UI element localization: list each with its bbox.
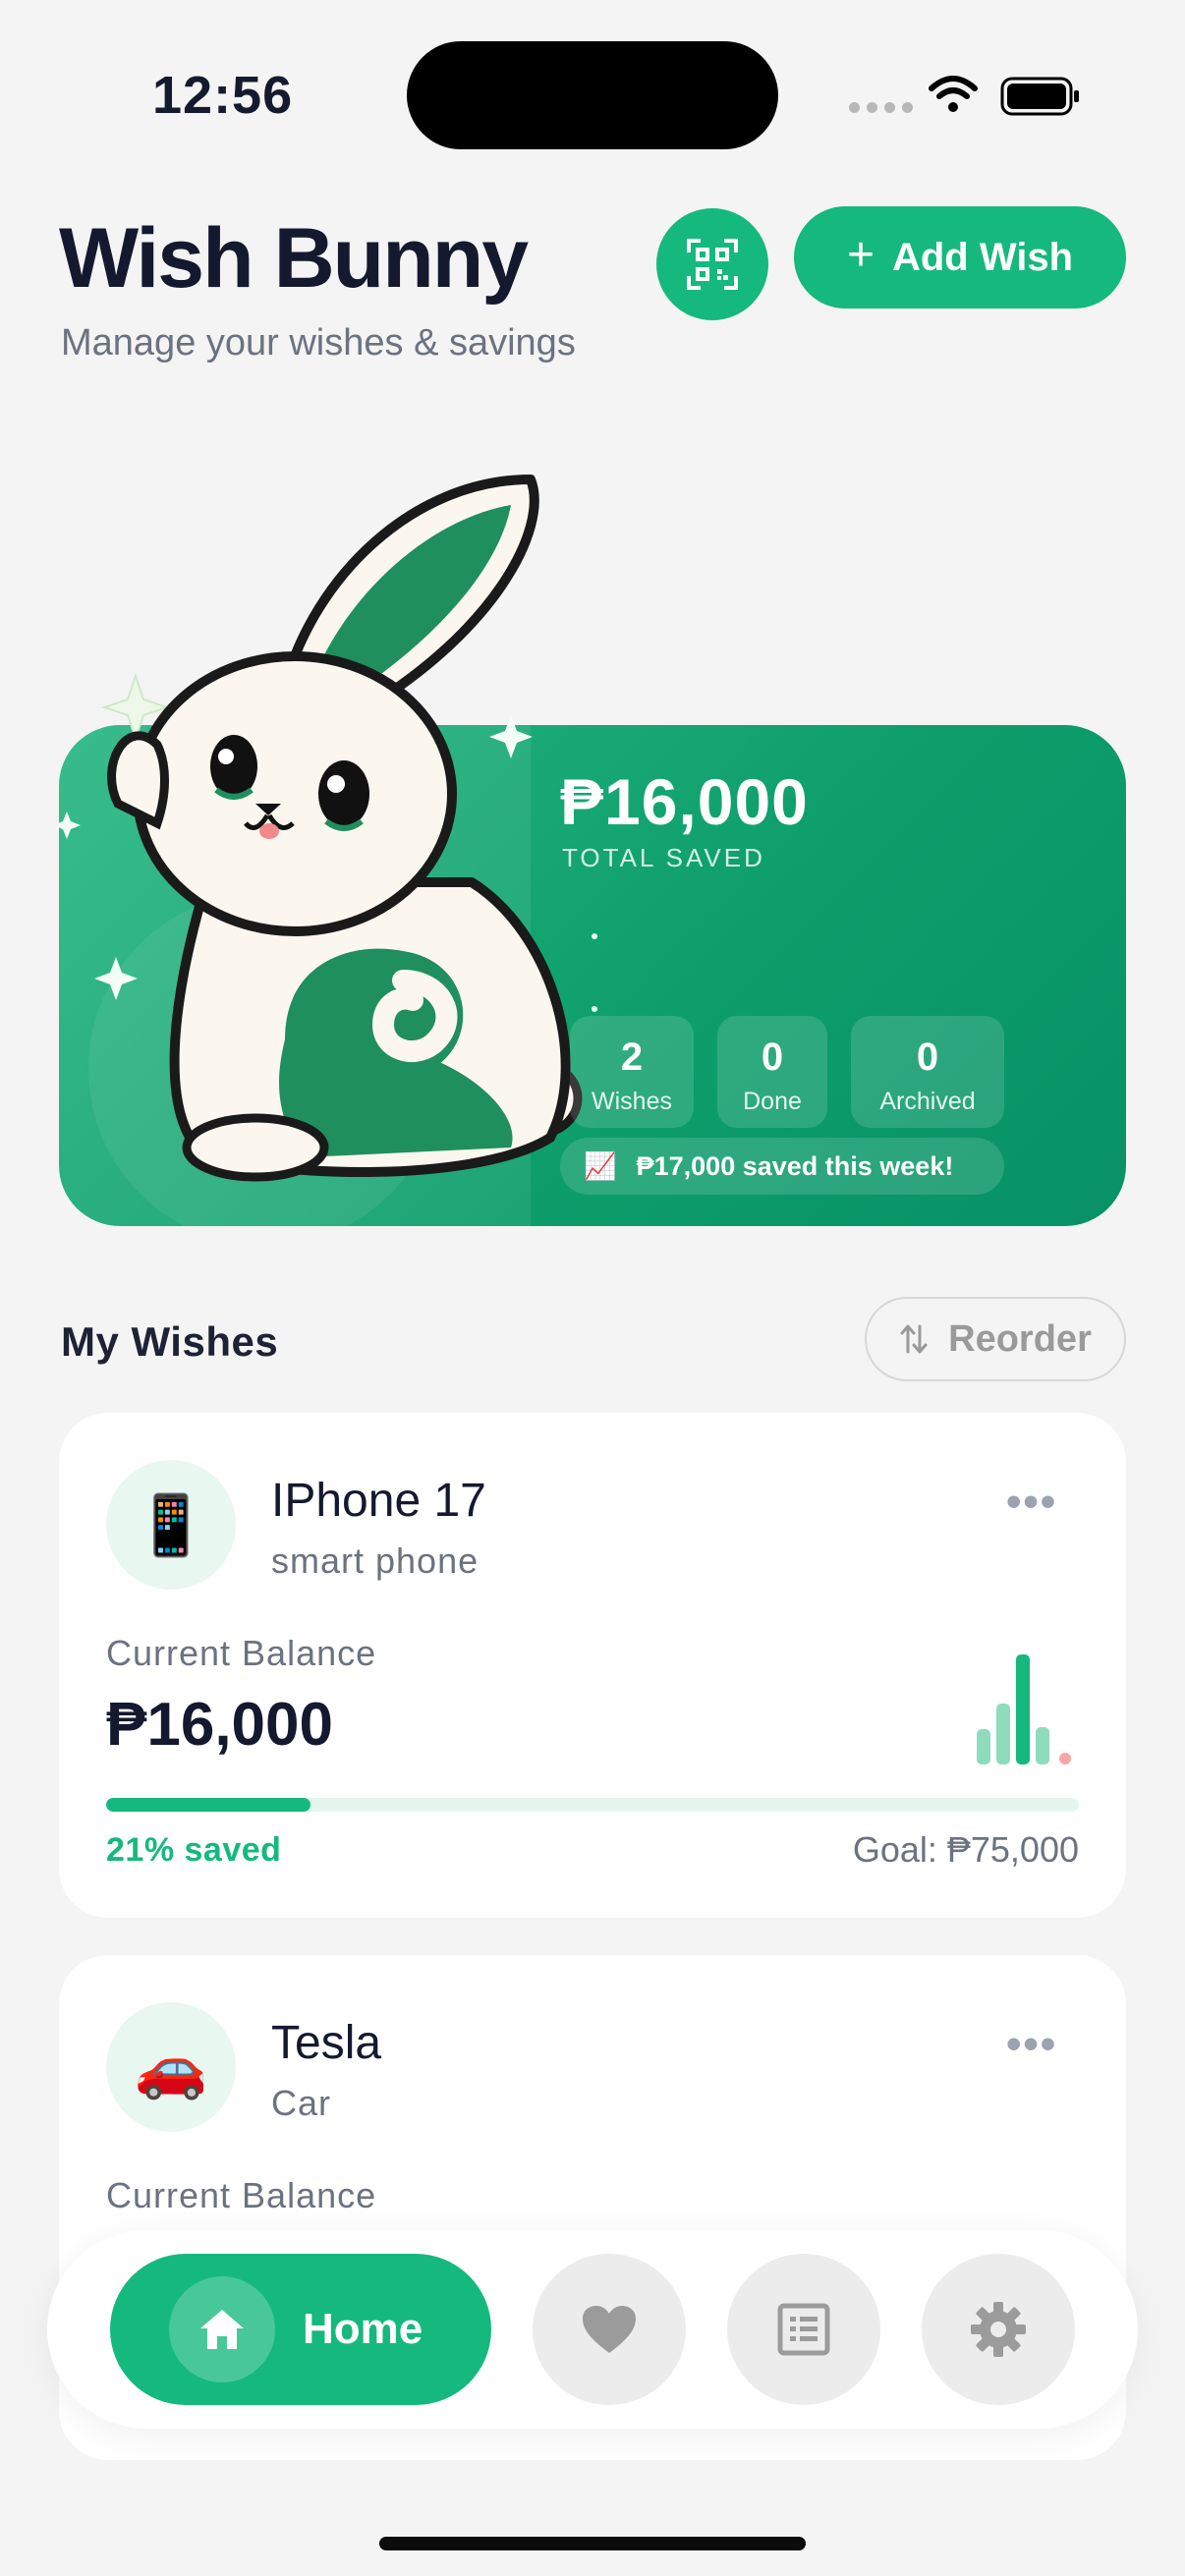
stat-done: 0 Done — [717, 1016, 827, 1128]
weekly-savings-text: ₱17,000 saved this week! — [636, 1150, 954, 1181]
wish-category: Car — [271, 2083, 332, 2123]
balance-label: Current Balance — [106, 2175, 377, 2215]
balance-amount: ₱16,000 — [106, 1691, 333, 1759]
battery-icon — [1000, 77, 1079, 116]
qr-code-icon — [687, 239, 738, 290]
reorder-label: Reorder — [948, 1317, 1092, 1360]
stat-value: 2 — [620, 1036, 644, 1079]
stat-label: Archived — [879, 1088, 976, 1115]
wish-name: IPhone 17 — [271, 1475, 486, 1527]
mini-bar-chart-icon — [977, 1654, 1071, 1764]
total-saved-label: TOTAL SAVED — [562, 843, 765, 872]
add-wish-button[interactable]: + Add Wish — [794, 206, 1126, 308]
stat-archived: 0 Archived — [851, 1016, 1004, 1128]
stat-wishes: 2 Wishes — [570, 1016, 694, 1128]
cellular-signal-icon — [849, 102, 913, 113]
wish-card[interactable]: 📱 IPhone 17 smart phone ••• Current Bala… — [59, 1413, 1126, 1918]
progress-fill — [106, 1798, 310, 1812]
dynamic-island — [407, 41, 778, 149]
nav-home-button[interactable]: Home — [110, 2254, 491, 2405]
list-icon — [777, 2303, 830, 2356]
progress-bar — [106, 1798, 1079, 1812]
nav-favorites-button[interactable] — [533, 2254, 686, 2405]
plus-icon: + — [846, 229, 875, 281]
wish-category: smart phone — [271, 1540, 480, 1581]
app-title: Wish Bunny — [59, 211, 529, 306]
stat-label: Wishes — [592, 1088, 672, 1115]
app-subtitle: Manage your wishes & savings — [61, 322, 576, 364]
stat-value: 0 — [916, 1036, 939, 1079]
wifi-icon — [929, 76, 978, 112]
stat-label: Done — [743, 1088, 802, 1115]
status-time: 12:56 — [152, 66, 294, 125]
stat-value: 0 — [761, 1036, 784, 1079]
home-indicator — [379, 2537, 806, 2550]
bunny-mascot-illustration — [59, 475, 583, 1182]
nav-list-button[interactable] — [727, 2254, 880, 2405]
weekly-savings-pill: 📈 ₱17,000 saved this week! — [560, 1138, 1004, 1195]
more-options-icon[interactable]: ••• — [1006, 2020, 1057, 2069]
wish-icon-car: 🚗 — [106, 2002, 236, 2132]
goal-amount: Goal: ₱75,000 — [852, 1829, 1079, 1870]
more-options-icon[interactable]: ••• — [1006, 1478, 1057, 1527]
reorder-button[interactable]: Reorder — [865, 1297, 1126, 1381]
total-saved-amount: ₱16,000 — [560, 765, 809, 838]
my-wishes-heading: My Wishes — [61, 1318, 279, 1365]
qr-scan-button[interactable] — [656, 208, 768, 320]
add-wish-label: Add Wish — [891, 235, 1074, 279]
reorder-arrows-icon — [900, 1324, 928, 1354]
wish-name: Tesla — [271, 2017, 382, 2069]
nav-settings-button[interactable] — [922, 2254, 1075, 2405]
percent-saved: 21% saved — [106, 1831, 282, 1869]
wish-icon-phone: 📱 — [106, 1460, 236, 1590]
home-icon — [169, 2276, 275, 2382]
heart-icon — [583, 2306, 636, 2353]
chart-up-icon: 📈 — [584, 1151, 617, 1181]
gear-icon — [971, 2302, 1026, 2357]
nav-home-label: Home — [303, 2305, 423, 2353]
balance-label: Current Balance — [106, 1633, 377, 1673]
